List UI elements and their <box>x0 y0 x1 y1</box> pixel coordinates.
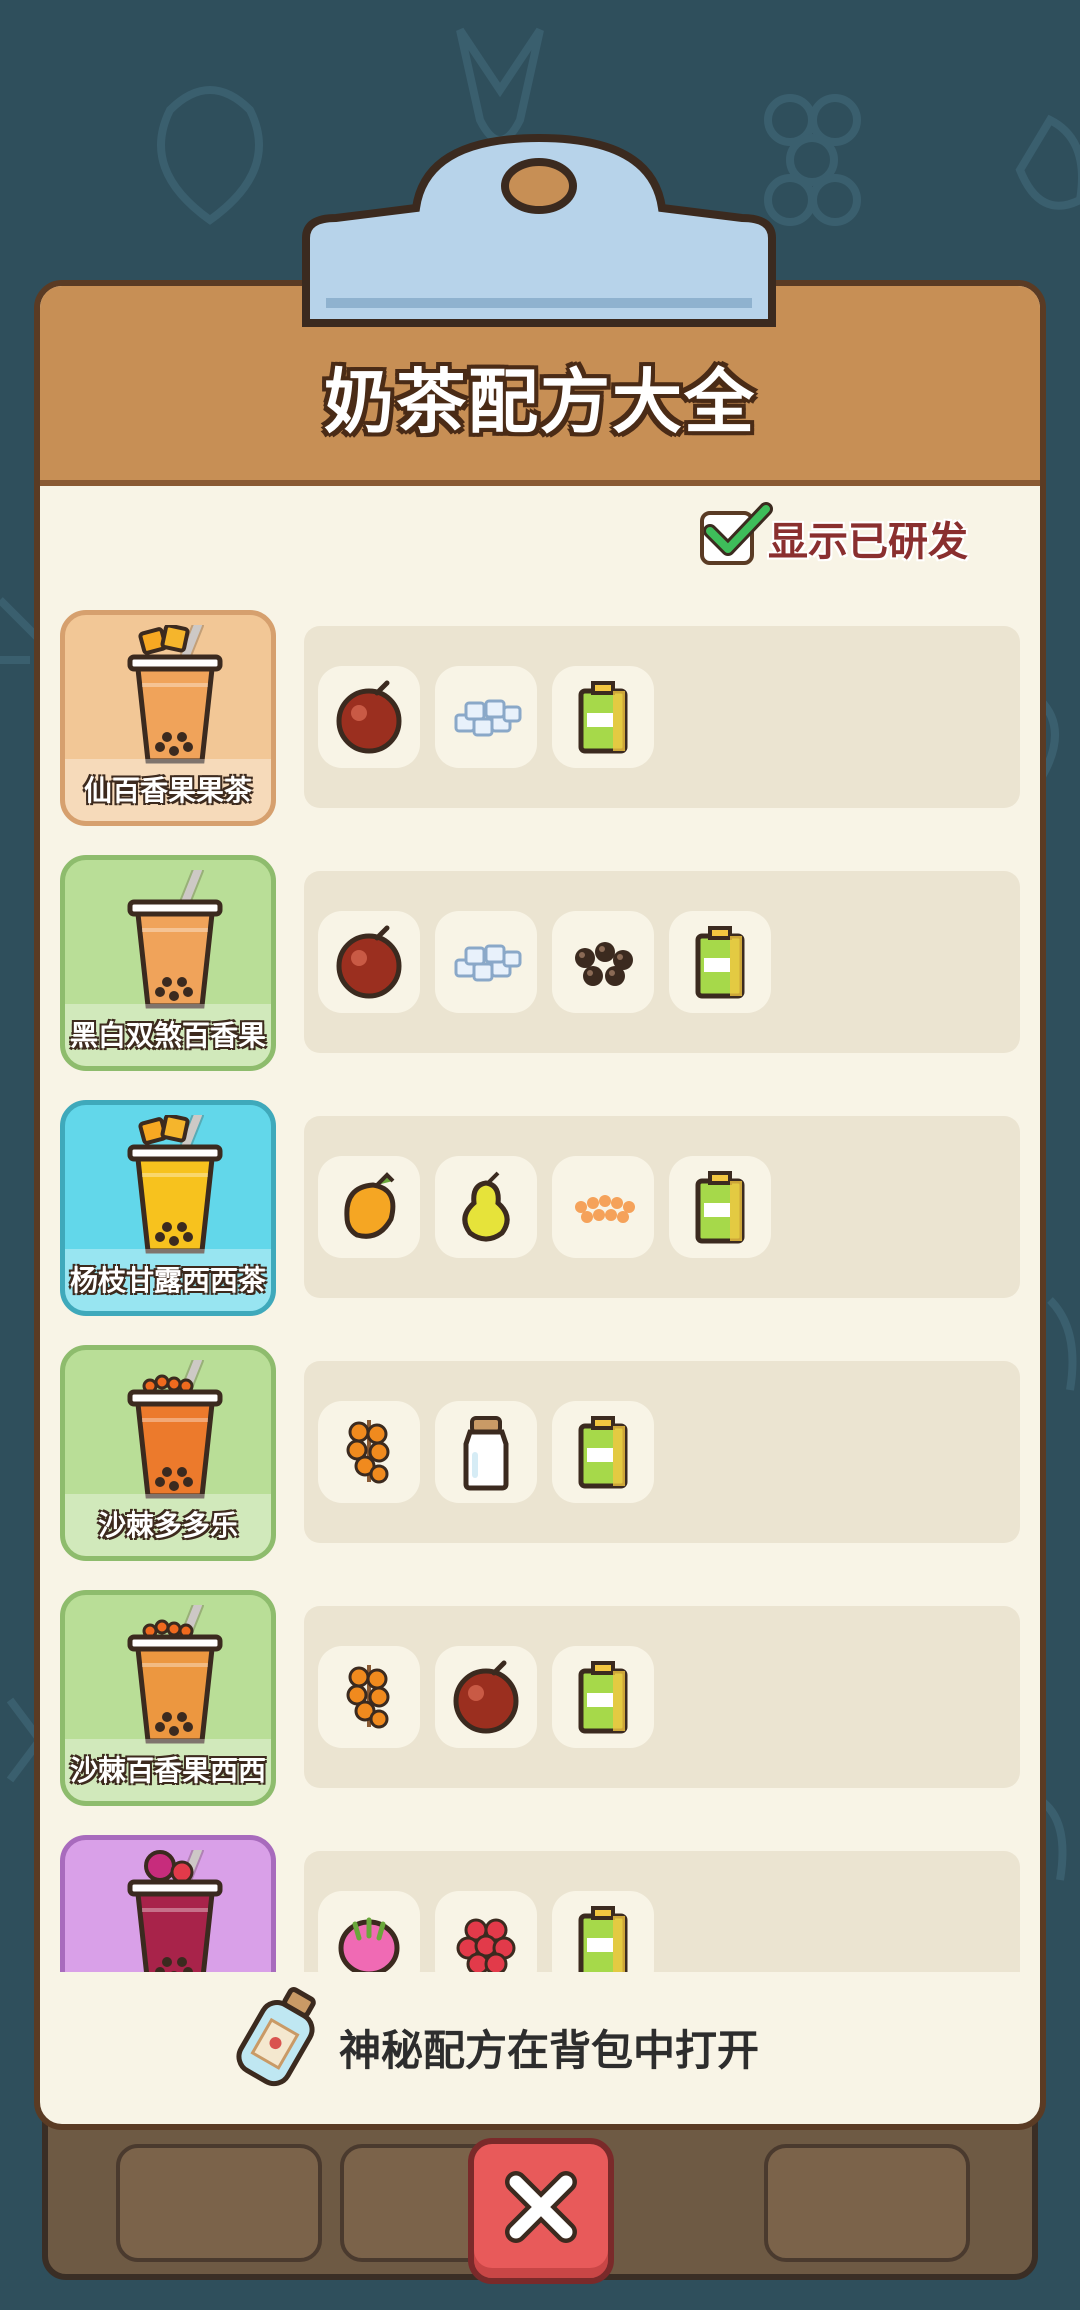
ingredient-panel <box>304 1361 1020 1543</box>
message-bottle-icon <box>236 1987 316 2087</box>
checkmark-icon <box>704 502 773 556</box>
recipe-list[interactable]: 仙百香果果茶 黑白双煞百香果 杨枝甘露西西茶 沙棘多多乐沙棘百香果西西 <box>40 610 1040 1972</box>
show-developed-toggle[interactable]: 显示已研发 <box>700 502 968 568</box>
tapioca-pearls-icon <box>575 942 633 986</box>
recipe-name: 杨枝甘露西西茶 <box>69 1264 266 1297</box>
recipe-row[interactable]: 仙百香果果茶 <box>60 610 1040 828</box>
milk-bottle-icon <box>463 1416 509 1491</box>
close-icon <box>505 2171 577 2243</box>
ingredient-slot[interactable] <box>552 666 654 768</box>
ingredient-panel <box>304 626 1020 808</box>
ingredient-slot[interactable] <box>552 1156 654 1258</box>
juice-box-icon <box>578 1906 628 1972</box>
ingredient-slot[interactable] <box>435 1401 537 1503</box>
ingredient-slot[interactable] <box>318 1646 420 1748</box>
drink-cup-icon <box>127 1850 223 1972</box>
ingredient-slot[interactable] <box>552 911 654 1013</box>
ingredient-slot[interactable] <box>318 1891 420 1972</box>
juice-box-icon <box>578 1661 628 1734</box>
ingredient-slot[interactable] <box>318 1401 420 1503</box>
dragon-fruit-icon <box>338 1917 400 1972</box>
footer-hint: 神秘配方在背包中打开 <box>339 2026 760 2075</box>
sea-buckthorn-icon <box>346 1420 390 1484</box>
recipe-row[interactable]: 沙棘多多乐 <box>60 1345 1040 1563</box>
close-button[interactable] <box>468 2138 614 2284</box>
ingredient-slot[interactable] <box>552 1891 654 1972</box>
sea-buckthorn-icon <box>346 1665 390 1729</box>
recipe-row[interactable] <box>60 1835 1040 1972</box>
ingredient-panel <box>304 1606 1020 1788</box>
juice-box-icon <box>578 1416 628 1489</box>
mango-icon <box>344 1172 396 1239</box>
ingredient-slot[interactable] <box>435 1156 537 1258</box>
drink-cup-icon <box>127 1605 223 1744</box>
recipe-name: 沙棘百香果西西 <box>69 1754 266 1787</box>
recipe-card[interactable]: 仙百香果果茶 <box>60 610 276 826</box>
recipe-name: 沙棘多多乐 <box>97 1509 238 1542</box>
footer: 神秘配方在背包中打开 <box>34 1972 1046 2122</box>
juice-box-icon <box>578 681 628 754</box>
ingredient-panel <box>304 871 1020 1053</box>
ingredient-slot[interactable] <box>435 1891 537 1972</box>
drawer-slot <box>764 2144 970 2262</box>
ingredient-slot[interactable] <box>552 1646 654 1748</box>
ingredient-panel <box>304 1116 1020 1298</box>
recipe-row[interactable]: 杨枝甘露西西茶 <box>60 1100 1040 1318</box>
recipe-name: 仙百香果果茶 <box>83 774 252 807</box>
ingredient-slot[interactable] <box>435 1646 537 1748</box>
sugar-cubes-icon <box>454 699 522 737</box>
juice-box-icon <box>695 926 745 999</box>
ingredient-slot[interactable] <box>318 666 420 768</box>
sugar-cubes-icon <box>454 944 522 982</box>
recipe-card[interactable] <box>60 1835 276 1972</box>
ingredient-panel <box>304 1851 1020 1972</box>
drink-cup-icon <box>127 1115 223 1254</box>
recipe-card[interactable]: 黑白双煞百香果 <box>60 855 276 1071</box>
recipe-row[interactable]: 沙棘百香果西西 <box>60 1590 1040 1808</box>
toggle-label: 显示已研发 <box>768 519 968 565</box>
juice-box-icon <box>695 1171 745 1244</box>
drawer-slot <box>116 2144 322 2262</box>
checkbox[interactable] <box>700 502 773 565</box>
ingredient-slot[interactable] <box>552 1401 654 1503</box>
sago-icon <box>575 1195 635 1223</box>
ingredient-slot[interactable] <box>669 911 771 1013</box>
drink-cup-icon <box>127 870 223 1009</box>
raspberry-icon <box>456 1918 516 1972</box>
passion-fruit-icon <box>336 680 402 754</box>
pear-icon <box>462 1171 510 1242</box>
ingredient-slot[interactable] <box>318 911 420 1013</box>
page-title: 奶茶配方大全 <box>324 361 756 443</box>
passion-fruit-icon <box>453 1660 519 1734</box>
drink-cup-icon <box>127 1360 223 1499</box>
recipe-card[interactable]: 杨枝甘露西西茶 <box>60 1100 276 1316</box>
recipe-card[interactable]: 沙棘百香果西西 <box>60 1590 276 1806</box>
clipboard-clip-icon <box>302 133 776 327</box>
recipe-row[interactable]: 黑白双煞百香果 <box>60 855 1040 1073</box>
passion-fruit-icon <box>336 925 402 999</box>
ingredient-slot[interactable] <box>435 666 537 768</box>
ingredient-slot[interactable] <box>669 1156 771 1258</box>
drink-cup-icon <box>127 625 223 764</box>
ingredient-slot[interactable] <box>435 911 537 1013</box>
ingredient-slot[interactable] <box>318 1156 420 1258</box>
recipe-card[interactable]: 沙棘多多乐 <box>60 1345 276 1561</box>
recipe-name: 黑白双煞百香果 <box>69 1019 266 1052</box>
